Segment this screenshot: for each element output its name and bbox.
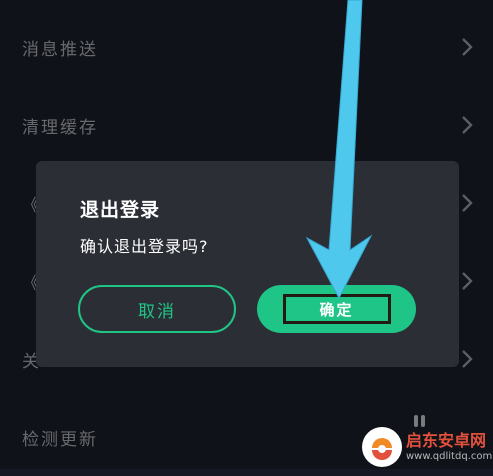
watermark-brand: 启东安卓网 [406,431,487,450]
watermark: 启东安卓网 www.qdlitdq.com [362,425,493,469]
watermark-text: 启东安卓网 www.qdlitdq.com [406,431,492,463]
logout-dialog: 退出登录 确认退出登录吗? 取消 确定 [36,161,459,367]
cancel-button[interactable]: 取消 [78,285,236,333]
watermark-logo-icon [362,427,402,467]
watermark-url: www.qdlitdq.com [406,451,493,462]
confirm-button[interactable]: 确定 [257,285,416,333]
confirm-button-label: 确定 [319,300,354,319]
dialog-title: 退出登录 [80,199,161,221]
dialog-message: 确认退出登录吗? [80,237,209,256]
confirm-highlight-box: 确定 [282,294,391,324]
cancel-button-label: 取消 [138,301,176,322]
